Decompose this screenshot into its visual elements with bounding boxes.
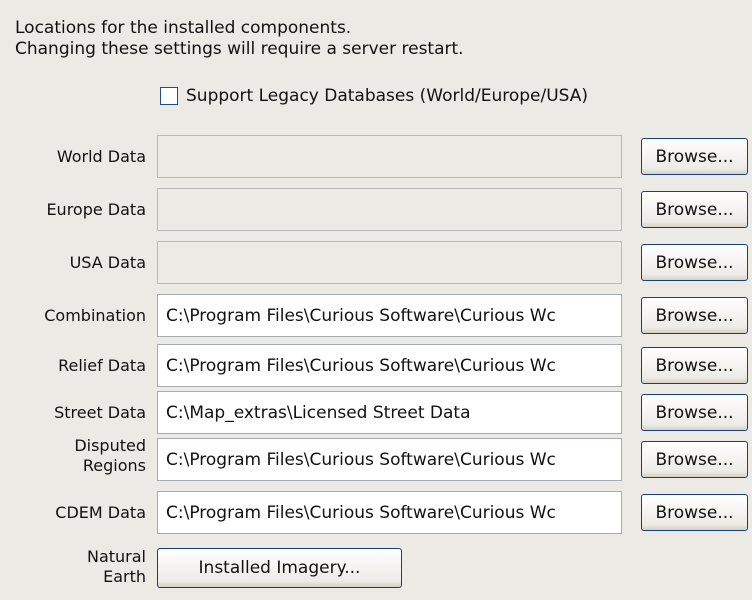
usa-data-browse-button[interactable]: Browse... <box>641 244 748 281</box>
cdem-data-path-input[interactable]: C:\Program Files\Curious Software\Curiou… <box>157 491 622 534</box>
street-data-label: Street Data <box>54 403 146 422</box>
legacy-databases-checkbox[interactable] <box>160 87 178 105</box>
natural-earth-label-line-2: Earth <box>103 567 146 586</box>
europe-data-browse-button[interactable]: Browse... <box>641 191 748 228</box>
disputed-regions-browse-button[interactable]: Browse... <box>641 441 748 478</box>
legacy-databases-option[interactable]: Support Legacy Databases (World/Europe/U… <box>160 86 588 106</box>
disputed-regions-label: Disputed Regions <box>74 436 146 476</box>
natural-earth-label-line-1: Natural <box>86 547 146 566</box>
disputed-regions-label-line-1: Disputed <box>74 436 146 455</box>
combination-path-input[interactable]: C:\Program Files\Curious Software\Curiou… <box>157 294 622 337</box>
relief-data-path-input[interactable]: C:\Program Files\Curious Software\Curiou… <box>157 344 622 387</box>
intro-text: Locations for the installed components. … <box>15 18 464 60</box>
cdem-data-browse-button[interactable]: Browse... <box>641 494 748 531</box>
world-data-field <box>157 135 622 178</box>
intro-line-2: Changing these settings will require a s… <box>15 39 464 59</box>
installed-imagery-button[interactable]: Installed Imagery... <box>157 548 402 588</box>
europe-data-label: Europe Data <box>46 200 146 219</box>
intro-line-1: Locations for the installed components. <box>15 18 352 38</box>
combination-label: Combination <box>44 306 146 325</box>
world-data-label: World Data <box>56 147 146 166</box>
cdem-data-label: CDEM Data <box>55 503 146 522</box>
legacy-databases-label: Support Legacy Databases (World/Europe/U… <box>186 86 589 106</box>
street-data-path-input[interactable]: C:\Map_extras\Licensed Street Data <box>157 391 622 434</box>
natural-earth-label: Natural Earth <box>87 547 146 587</box>
usa-data-label: USA Data <box>69 253 146 272</box>
relief-data-browse-button[interactable]: Browse... <box>641 347 748 384</box>
europe-data-field <box>157 188 622 231</box>
combination-browse-button[interactable]: Browse... <box>641 297 748 334</box>
disputed-regions-label-line-2: Regions <box>82 456 146 475</box>
usa-data-field <box>157 241 622 284</box>
world-data-browse-button[interactable]: Browse... <box>641 138 748 175</box>
disputed-regions-path-input[interactable]: C:\Program Files\Curious Software\Curiou… <box>157 438 622 481</box>
street-data-browse-button[interactable]: Browse... <box>641 394 748 431</box>
relief-data-label: Relief Data <box>58 356 146 375</box>
